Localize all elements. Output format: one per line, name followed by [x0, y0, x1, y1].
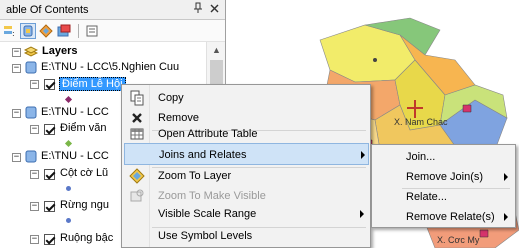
collapse-icon[interactable]: −: [30, 235, 39, 244]
tree-row-layer[interactable]: − Ruộng bậc: [0, 231, 120, 247]
copy-icon: [129, 90, 145, 106]
submenu-item-join[interactable]: Join...: [374, 147, 514, 167]
menu-item-zoom-to-layer[interactable]: Zoom To Layer: [124, 165, 369, 187]
menu-item-joins-and-relates[interactable]: Joins and Relates: [124, 143, 369, 165]
menu-item-label: Joins and Relates: [159, 149, 247, 161]
menu-item-copy[interactable]: Copy: [124, 87, 369, 109]
menu-item-label: Copy: [158, 92, 184, 104]
layer-group-icon: [24, 150, 38, 166]
submenu-item-label: Relate...: [406, 191, 447, 203]
menu-item-label: Use Symbol Levels: [158, 230, 253, 242]
layer-visibility-checkbox[interactable]: [44, 79, 55, 90]
table-icon: [129, 126, 145, 142]
toc-title-bar: able Of Contents: [0, 0, 225, 20]
zoom-to-layer-icon: [129, 168, 145, 184]
toolbar-separator: [78, 24, 79, 38]
layer-visibility-checkbox[interactable]: [44, 124, 55, 135]
tree-row-group[interactable]: − E:\TNU - LCC\5.Nghien Cuu: [0, 60, 206, 76]
tree-row-group[interactable]: − E:\TNU - LCC: [0, 105, 120, 121]
point-symbol-icon: [66, 186, 71, 191]
zoom-visible-icon: [129, 188, 145, 204]
point-symbol-icon: [64, 139, 73, 148]
submenu-arrow-icon: [504, 213, 508, 221]
submenu-item-label: Join...: [406, 151, 436, 163]
group-path-label: E:\TNU - LCC: [41, 106, 109, 118]
svg-text::: :: [12, 29, 15, 38]
collapse-icon[interactable]: −: [30, 170, 39, 179]
group-path-label: E:\TNU - LCC\5.Nghien Cuu: [41, 61, 180, 73]
menu-item-visible-scale-range[interactable]: Visible Scale Range: [124, 203, 369, 225]
collapse-icon[interactable]: −: [30, 80, 39, 89]
point-symbol-icon: [66, 218, 71, 223]
layer-visibility-checkbox[interactable]: [44, 234, 55, 245]
layer-label-selected[interactable]: Điểm Lễ Hội: [59, 77, 126, 91]
toc-title: able Of Contents: [6, 4, 89, 16]
layer-visibility-checkbox[interactable]: [44, 169, 55, 180]
group-path-label: E:\TNU - LCC: [41, 150, 109, 162]
submenu-item-remove-relates[interactable]: Remove Relate(s): [374, 207, 514, 227]
tree-row-layer[interactable]: − Cột cờ Lũ: [0, 166, 120, 182]
list-by-source-icon[interactable]: [20, 23, 36, 39]
collapse-icon[interactable]: −: [30, 202, 39, 211]
submenu-item-label: Remove Relate(s): [406, 211, 495, 223]
point-symbol-icon: [64, 95, 73, 104]
menu-item-label: Zoom To Make Visible: [158, 190, 266, 202]
list-by-selection-icon[interactable]: [56, 23, 72, 39]
layer-group-icon: [24, 61, 38, 77]
close-icon[interactable]: [207, 2, 221, 16]
map-label-coc-my: X. Cơc My: [437, 235, 480, 245]
collapse-icon[interactable]: −: [30, 125, 39, 134]
layer-label[interactable]: Ruộng bậc: [60, 232, 113, 244]
map-label-nam-chac: X. Nam Chac: [394, 117, 448, 127]
menu-item-open-attribute-table[interactable]: Open Attribute Table: [124, 123, 369, 145]
menu-item-label: Visible Scale Range: [158, 208, 257, 220]
toc-toolbar: :: [0, 20, 225, 42]
scroll-up-icon[interactable]: ▲: [207, 42, 225, 58]
layer-label[interactable]: Cột cờ Lũ: [60, 167, 108, 179]
layer-group-icon: [24, 106, 38, 122]
layers-folder-icon: [23, 45, 39, 61]
menu-item-label: Zoom To Layer: [158, 170, 232, 182]
layer-label[interactable]: Điểm văn: [60, 122, 106, 134]
submenu-arrow-icon: [360, 210, 364, 218]
submenu-item-label: Remove Join(s): [406, 171, 484, 183]
layers-root-label: Layers: [42, 45, 78, 57]
tree-row-layer[interactable]: − Điểm văn: [0, 121, 120, 137]
tree-row-layer[interactable]: − Rừng ngu: [0, 198, 120, 214]
menu-item-use-symbol-levels[interactable]: Use Symbol Levels: [124, 225, 369, 247]
menu-item-label: Open Attribute Table: [158, 128, 258, 140]
layer-label[interactable]: Rừng ngu: [60, 199, 109, 211]
options-icon[interactable]: [84, 23, 100, 39]
pin-icon[interactable]: [191, 2, 205, 16]
layer-visibility-checkbox[interactable]: [44, 201, 55, 212]
collapse-icon[interactable]: −: [12, 48, 21, 57]
submenu-arrow-icon: [361, 151, 365, 159]
collapse-icon[interactable]: −: [12, 64, 21, 73]
list-by-visibility-icon[interactable]: [38, 23, 54, 39]
list-by-drawing-order-icon[interactable]: :: [2, 23, 18, 39]
tree-row-group[interactable]: − E:\TNU - LCC: [0, 149, 120, 165]
submenu-arrow-icon: [504, 173, 508, 181]
submenu-item-remove-joins[interactable]: Remove Join(s): [374, 167, 514, 187]
layer-context-menu: Copy Remove Open Attribute Table Joins a…: [121, 84, 371, 248]
collapse-icon[interactable]: −: [12, 109, 21, 118]
joins-and-relates-submenu: Join... Remove Join(s) Relate... Remove …: [371, 144, 516, 228]
submenu-item-relate[interactable]: Relate...: [374, 187, 514, 207]
tree-row-layers[interactable]: − Layers: [0, 44, 206, 60]
collapse-icon[interactable]: −: [12, 153, 21, 162]
